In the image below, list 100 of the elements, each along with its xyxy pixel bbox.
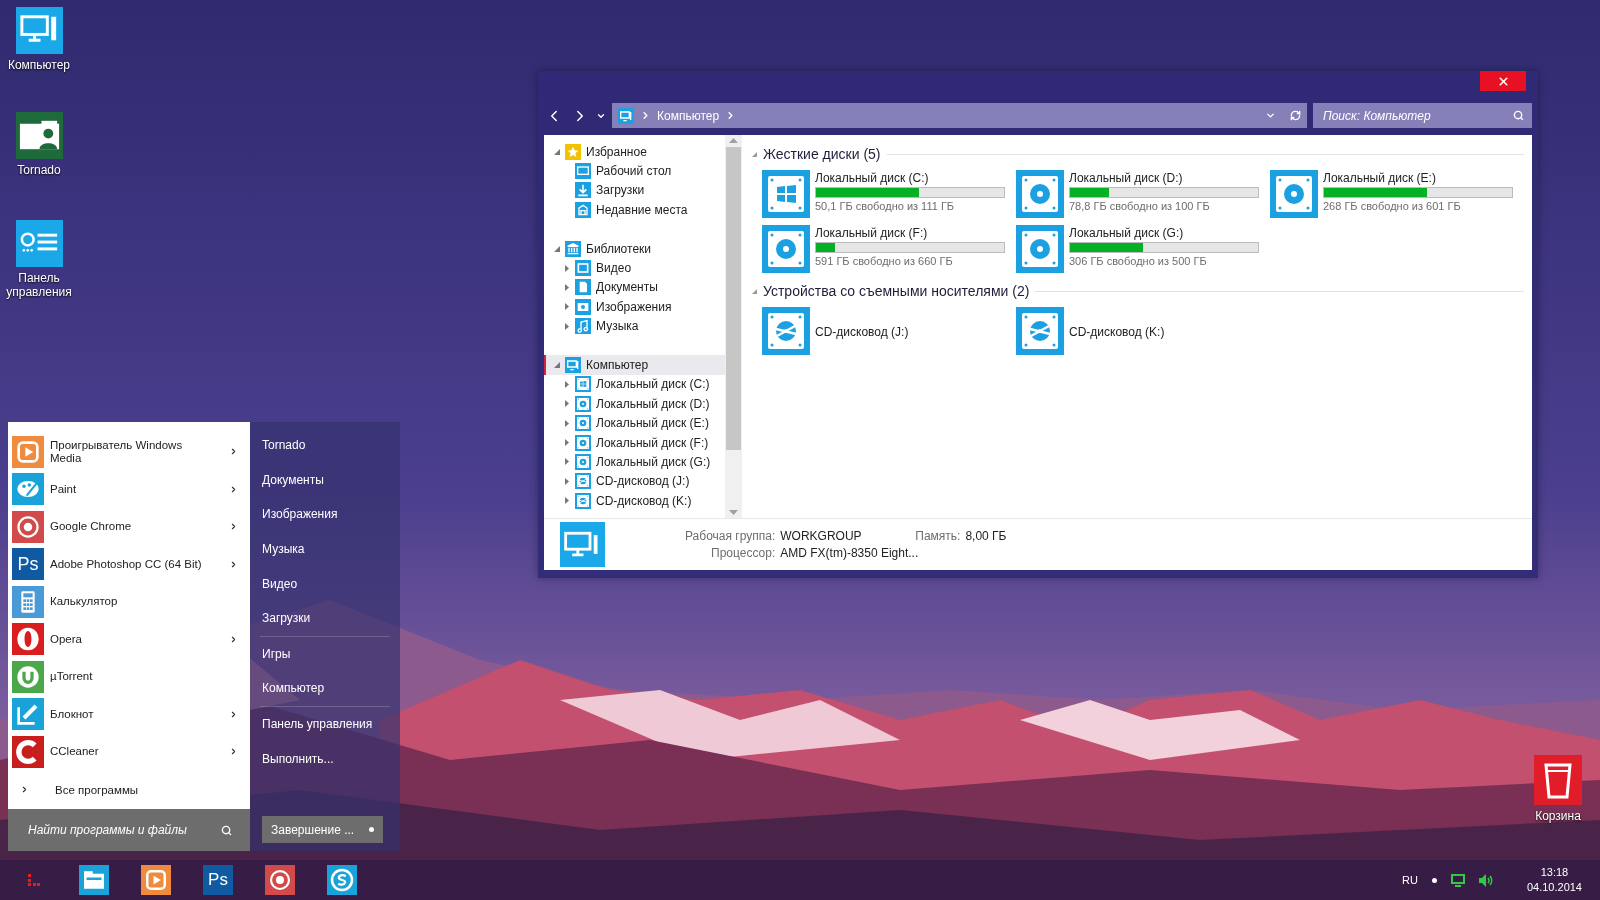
expand-arrow-icon[interactable] [564, 283, 570, 291]
cd-drive-icon [1016, 307, 1064, 355]
drive-tile[interactable]: CD-дисковод (J:) [762, 307, 1016, 355]
desktop-icon-label[interactable]: Панель управления [0, 271, 78, 299]
tree-item[interactable]: Видео [544, 258, 726, 278]
computer-icon[interactable] [15, 7, 63, 54]
breadcrumb[interactable]: Компьютер [657, 108, 720, 123]
collapse-arrow-icon[interactable] [554, 362, 560, 368]
computer-icon [560, 522, 605, 567]
collapse-arrow-icon[interactable] [752, 288, 757, 294]
recycle-bin-icon[interactable] [1534, 755, 1582, 805]
start-menu-link[interactable]: Загрузки [260, 600, 390, 636]
group-header[interactable]: Устройства со съемными носителями (2) [763, 283, 1030, 299]
dropdown-icon[interactable] [1265, 110, 1276, 121]
start-menu-link[interactable]: Игры [260, 636, 390, 672]
expand-arrow-icon[interactable] [564, 380, 570, 388]
drive-tile[interactable]: Локальный диск (G:) 306 ГБ свободно из 500 ГБ [1016, 225, 1270, 273]
group-header[interactable]: Жесткие диски (5) [763, 146, 881, 162]
scrollbar[interactable] [725, 135, 742, 518]
folder-icon[interactable] [79, 865, 109, 895]
expand-arrow-icon[interactable] [564, 497, 570, 505]
expand-arrow-icon[interactable] [564, 439, 570, 447]
volume-icon[interactable] [1478, 873, 1495, 887]
program-item[interactable]: µTorrent [8, 658, 250, 696]
start-menu-link[interactable]: Музыка [260, 531, 390, 567]
search-box[interactable]: Найти программы и файлы [8, 809, 250, 851]
scroll-up-icon[interactable] [729, 138, 739, 143]
network-icon[interactable] [1450, 873, 1465, 887]
start-menu-link[interactable]: Документы [260, 462, 390, 498]
language-indicator[interactable]: RU [1402, 874, 1418, 886]
scroll-down-icon[interactable] [729, 510, 739, 515]
program-item[interactable]: Opera [8, 620, 250, 658]
expand-arrow-icon[interactable] [564, 264, 570, 272]
clock[interactable]: 13:18 04.10.2014 [1526, 865, 1582, 895]
desktop-icon-label[interactable]: Компьютер [7, 58, 71, 72]
tree-item[interactable]: Библиотеки [544, 238, 726, 259]
tree-item[interactable]: Недавние места [544, 200, 726, 220]
tree-item[interactable]: Избранное [544, 142, 726, 162]
collapse-arrow-icon[interactable] [554, 148, 560, 155]
desktop-icon-label[interactable]: Tornado [17, 163, 61, 177]
drive-tile[interactable]: Локальный диск (E:) 268 ГБ свободно из 601 ГБ [1270, 170, 1524, 218]
chrome-icon[interactable] [265, 865, 295, 895]
start-menu-link[interactable]: Выполнить... [260, 741, 390, 776]
tree-item[interactable]: Документы [544, 277, 726, 298]
address-bar[interactable]: Компьютер [612, 103, 1307, 128]
program-item[interactable]: Paint [8, 470, 250, 508]
search-field[interactable]: Поиск: Компьютер [1321, 107, 1513, 124]
program-item[interactable]: Блокнот [8, 695, 250, 733]
tree-item[interactable]: Локальный диск (D:) [544, 394, 726, 414]
drive-tile[interactable]: Локальный диск (D:) 78,8 ГБ свободно из 100 ГБ [1016, 170, 1270, 218]
start-menu-link[interactable]: Видео [260, 566, 390, 601]
drive-tile[interactable]: Локальный диск (C:) 50,1 ГБ свободно из 111 ГБ [762, 170, 1016, 218]
refresh-icon[interactable] [1290, 110, 1301, 121]
expand-arrow-icon[interactable] [564, 400, 570, 408]
program-item[interactable]: Калькулятор [8, 583, 250, 621]
tree-item[interactable]: CD-дисковод (J:) [544, 471, 726, 492]
program-item[interactable]: Проигрыватель Windows Media [8, 433, 250, 471]
tree-item[interactable]: Загрузки [544, 180, 726, 201]
notification-dot-icon[interactable] [1431, 877, 1437, 883]
collapse-arrow-icon[interactable] [752, 151, 757, 157]
expand-arrow-icon[interactable] [564, 419, 570, 427]
program-item[interactable]: CCleaner [8, 733, 250, 771]
tree-item[interactable]: CD-дисковод (K:) [544, 491, 726, 511]
start-menu-link[interactable]: Компьютер [260, 671, 390, 706]
tree-item[interactable]: Локальный диск (G:) [544, 452, 726, 472]
tree-item[interactable]: Компьютер [544, 355, 726, 375]
start-menu-link[interactable]: Tornado [260, 428, 390, 463]
drive-tile[interactable]: Локальный диск (F:) 591 ГБ свободно из 660 ГБ [762, 225, 1016, 273]
image-icon [575, 298, 591, 315]
play-icon[interactable] [141, 865, 171, 895]
expand-arrow-icon[interactable] [564, 303, 570, 311]
tree-item[interactable]: Локальный диск (C:) [544, 374, 726, 395]
expand-arrow-icon[interactable] [564, 458, 570, 466]
tree-item[interactable]: Локальный диск (F:) [544, 432, 726, 453]
expand-arrow-icon[interactable] [564, 322, 570, 330]
tree-item[interactable]: Изображения [544, 297, 726, 317]
desktop-icon-label[interactable]: Корзина [1535, 809, 1581, 823]
drive-name: Локальный диск (G:) [1069, 226, 1185, 240]
free-space-text: 268 ГБ свободно из 601 ГБ [1323, 200, 1462, 212]
search-box[interactable]: Поиск: Компьютер [1313, 103, 1532, 128]
start-menu-link[interactable]: Изображения [260, 497, 390, 532]
drive-tile[interactable]: CD-дисковод (K:) [1016, 307, 1270, 355]
tree-item[interactable]: Музыка [544, 316, 726, 336]
expand-arrow-icon[interactable] [564, 477, 570, 485]
collapse-arrow-icon[interactable] [554, 245, 560, 252]
shutdown-button[interactable]: Завершение ... [262, 816, 383, 843]
start-icon [27, 873, 41, 887]
program-item[interactable]: Ps Adobe Photoshop CC (64 Bit) [8, 545, 250, 583]
tree-item[interactable]: Локальный диск (E:) [544, 413, 726, 433]
all-programs-item[interactable]: Все программы [8, 770, 250, 809]
drive-icon [575, 434, 591, 451]
control-panel-icon[interactable] [15, 220, 63, 267]
tree-item[interactable]: Рабочий стол [544, 161, 726, 181]
user-folder-icon[interactable] [15, 112, 63, 159]
search-field[interactable]: Найти программы и файлы [26, 822, 221, 838]
start-menu-link[interactable]: Панель управления [260, 706, 390, 742]
program-item[interactable]: Google Chrome [8, 508, 250, 546]
close-button[interactable] [1480, 71, 1526, 91]
photoshop-icon[interactable]: Ps [203, 865, 233, 895]
skype-icon[interactable] [327, 865, 357, 895]
